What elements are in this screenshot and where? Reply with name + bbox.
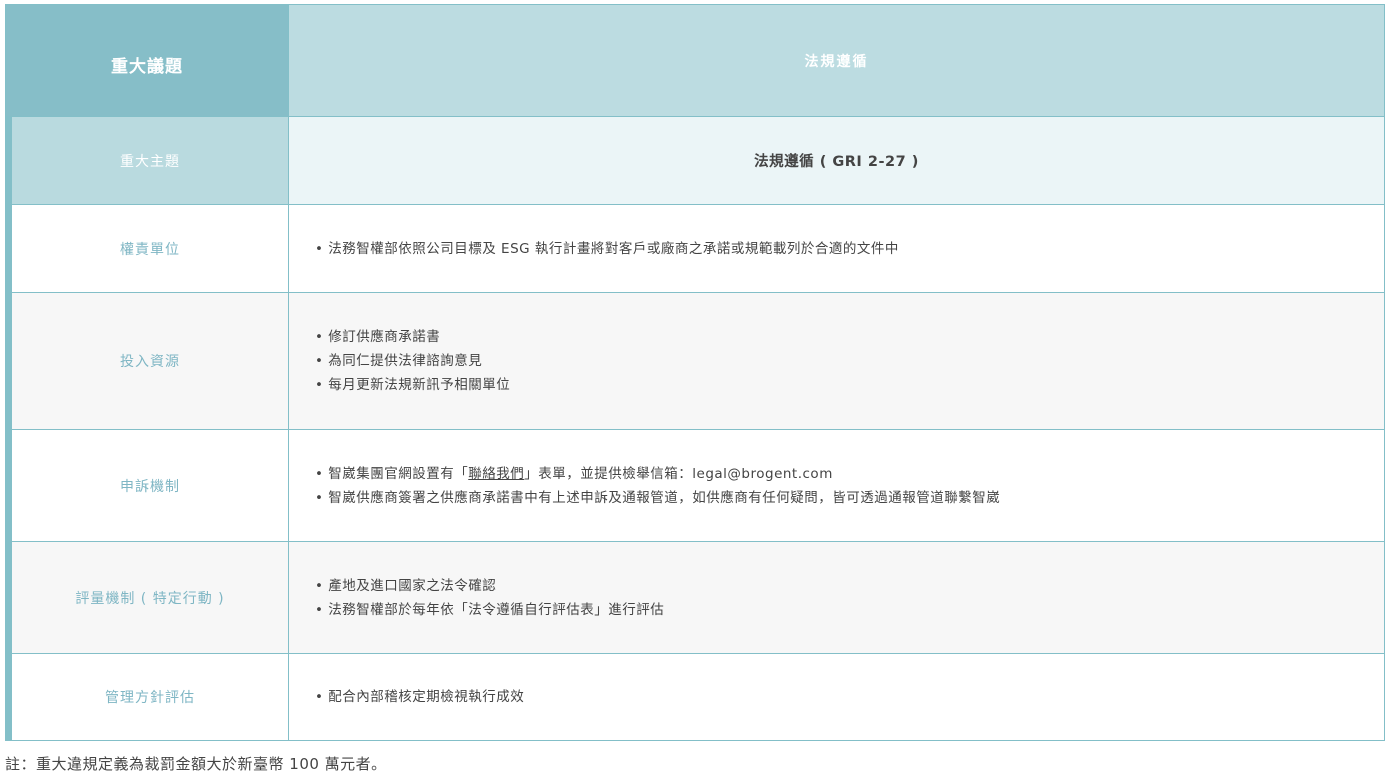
theme-label: 重大主題: [12, 117, 288, 204]
responsibility-content: • 法務智權部依照公司目標及 ESG 執行計畫將對客戶或廠商之承諾或規範載列於合…: [288, 205, 1384, 292]
table-row-evaluation: 評量機制 ( 特定行動 ) • 產地及進口國家之法令確認 • 法務智權部於每年依…: [12, 542, 1384, 654]
header-left-cell: 重大議題: [6, 5, 288, 116]
list-item: • 智崴集團官網設置有「聯絡我們」表單，並提供檢舉信箱：legal@brogen…: [315, 462, 1384, 486]
list-item: • 配合內部稽核定期檢視執行成效: [315, 689, 525, 705]
table-row-responsibility: 權責單位 • 法務智權部依照公司目標及 ESG 執行計畫將對客戶或廠商之承諾或規…: [12, 205, 1384, 293]
grievance-item1-prefix: • 智崴集團官網設置有「: [315, 465, 469, 482]
footnote: 註：重大違規定義為裁罰金額大於新臺幣 100 萬元者。: [5, 755, 387, 773]
table-row-management: 管理方針評估 • 配合內部稽核定期檢視執行成效: [12, 654, 1384, 740]
grievance-label: 申訴機制: [12, 430, 288, 541]
list-item: • 每月更新法規新訊予相關單位: [315, 377, 511, 393]
table-header-row: 重大議題 法規遵循: [6, 5, 1384, 117]
grievance-content: • 智崴集團官網設置有「聯絡我們」表單，並提供檢舉信箱：legal@brogen…: [288, 430, 1384, 541]
management-content: • 配合內部稽核定期檢視執行成效: [288, 654, 1384, 740]
compliance-table: 重大議題 法規遵循 重大主題 法規遵循 ( GRI 2-27 ) 權責單位 • …: [5, 4, 1385, 741]
table-row-resources: 投入資源 • 修訂供應商承諾書 • 為同仁提供法律諮詢意見 • 每月更新法規新訊…: [12, 293, 1384, 430]
resources-content: • 修訂供應商承諾書 • 為同仁提供法律諮詢意見 • 每月更新法規新訊予相關單位: [288, 293, 1384, 429]
header-right-cell: 法規遵循: [288, 5, 1384, 116]
grievance-item1-suffix: 」表單，並提供檢舉信箱：legal@brogent.com: [524, 465, 833, 482]
contact-us-link[interactable]: 聯絡我們: [468, 466, 524, 482]
theme-value: 法規遵循 ( GRI 2-27 ): [288, 117, 1384, 204]
evaluation-content: • 產地及進口國家之法令確認 • 法務智權部於每年依「法令遵循自行評估表」進行評…: [288, 542, 1384, 653]
evaluation-label: 評量機制 ( 特定行動 ): [12, 542, 288, 653]
list-item: • 為同仁提供法律諮詢意見: [315, 353, 483, 369]
table-row-grievance: 申訴機制 • 智崴集團官網設置有「聯絡我們」表單，並提供檢舉信箱：legal@b…: [12, 430, 1384, 542]
list-item: • 法務智權部於每年依「法令遵循自行評估表」進行評估: [315, 601, 665, 618]
table-row-theme: 重大主題 法規遵循 ( GRI 2-27 ): [12, 117, 1384, 205]
resources-label: 投入資源: [12, 293, 288, 429]
management-label: 管理方針評估: [12, 654, 288, 740]
list-item: • 產地及進口國家之法令確認: [315, 577, 497, 594]
list-item: • 法務智權部依照公司目標及 ESG 執行計畫將對客戶或廠商之承諾或規範載列於合…: [315, 240, 899, 257]
page: 重大議題 法規遵循 重大主題 法規遵循 ( GRI 2-27 ) 權責單位 • …: [0, 0, 1387, 777]
list-item: • 修訂供應商承諾書: [315, 329, 441, 345]
responsibility-label: 權責單位: [12, 205, 288, 292]
list-item: • 智崴供應商簽署之供應商承諾書中有上述申訴及通報管道，如供應商有任何疑問，皆可…: [315, 489, 1001, 506]
